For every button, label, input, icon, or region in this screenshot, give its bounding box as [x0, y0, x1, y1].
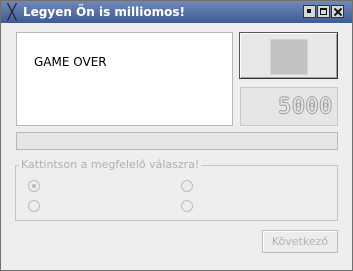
- prize-display: 5000: [240, 87, 338, 126]
- answer-radio-c[interactable]: [28, 200, 40, 212]
- next-button[interactable]: Következő: [262, 230, 338, 253]
- progress-bar: [16, 132, 338, 150]
- answer-radio-b[interactable]: [181, 180, 193, 192]
- minimize-button[interactable]: [303, 5, 316, 18]
- x-icon[interactable]: ╳: [4, 4, 20, 20]
- help-button-image: [270, 39, 308, 75]
- app-window: ╳ Legyen Ön is milliomos! GAME OVER 5000…: [0, 0, 353, 271]
- maximize-button[interactable]: [317, 5, 330, 18]
- help-button[interactable]: [239, 32, 338, 79]
- question-text: GAME OVER: [34, 55, 107, 69]
- question-box: GAME OVER: [16, 32, 233, 126]
- close-button[interactable]: [331, 5, 344, 18]
- answers-group-label: Kattintson a megfelelő válaszra!: [19, 158, 202, 171]
- answer-radio-d[interactable]: [181, 200, 193, 212]
- prize-value: 5000: [278, 94, 333, 118]
- answers-groupbox: [15, 165, 338, 221]
- answer-radio-a[interactable]: [28, 180, 40, 192]
- title-bar[interactable]: ╳ Legyen Ön is milliomos!: [1, 1, 352, 23]
- window-title: Legyen Ön is milliomos!: [23, 5, 185, 19]
